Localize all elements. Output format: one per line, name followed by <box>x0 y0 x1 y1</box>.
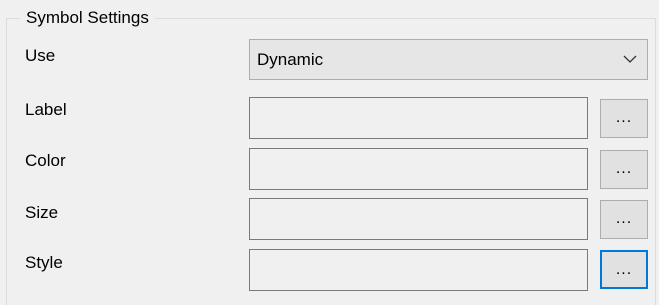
size-input[interactable] <box>249 198 588 240</box>
color-browse-button[interactable]: ... <box>600 150 648 189</box>
style-input[interactable] <box>249 249 588 291</box>
use-dropdown[interactable]: Dynamic <box>249 39 648 80</box>
size-field-label: Size <box>25 203 59 222</box>
groupbox-title: Symbol Settings <box>20 8 155 28</box>
color-field-label: Color <box>25 151 66 170</box>
symbol-settings-panel: Symbol Settings Use Dynamic Label ... Co… <box>0 0 659 305</box>
use-dropdown-value: Dynamic <box>257 50 324 69</box>
chevron-down-icon <box>623 55 637 63</box>
label-input[interactable] <box>249 97 588 139</box>
style-field-label: Style <box>25 253 63 272</box>
label-field-label: Label <box>25 100 67 119</box>
color-input[interactable] <box>249 148 588 190</box>
label-browse-button[interactable]: ... <box>600 99 648 138</box>
style-browse-button[interactable]: ... <box>600 250 648 289</box>
size-browse-button[interactable]: ... <box>600 200 648 239</box>
use-label: Use <box>25 46 56 65</box>
